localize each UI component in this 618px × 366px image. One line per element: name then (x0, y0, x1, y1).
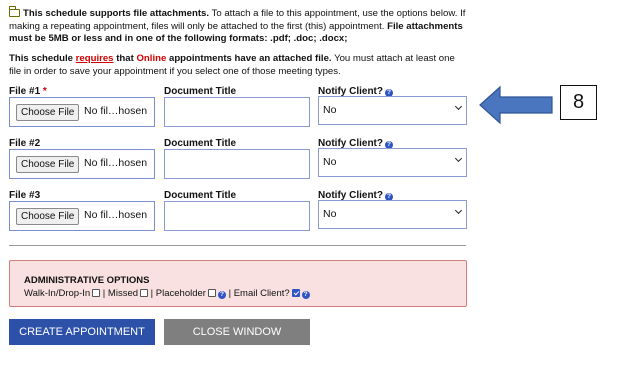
help-icon[interactable]: ? (301, 291, 310, 299)
requirement-info: This schedule requires that Online appoi… (9, 53, 455, 77)
folder-icon (8, 6, 20, 17)
file-1-input[interactable]: Choose File No fil…hosen (9, 97, 155, 127)
walk-in-checkbox[interactable] (92, 289, 101, 297)
admin-options-row: Walk-In/Drop-In | Missed | Placeholder? … (24, 288, 310, 299)
help-icon[interactable]: ? (217, 291, 226, 299)
document-title-input-3[interactable] (164, 201, 310, 231)
create-appointment-button[interactable]: CREATE APPOINTMENT (9, 319, 155, 345)
divider (9, 245, 466, 246)
file-2-input[interactable]: Choose File No fil…hosen (9, 149, 155, 179)
chevron-down-icon (454, 154, 463, 163)
document-title-label: Document Title (164, 86, 237, 97)
document-title-input-2[interactable] (164, 149, 310, 179)
admin-options-panel: ADMINISTRATIVE OPTIONS Walk-In/Drop-In |… (9, 260, 467, 307)
file-status: No fil…hosen (84, 105, 148, 117)
choose-file-button[interactable]: Choose File (16, 156, 80, 173)
file-3-input[interactable]: Choose File No fil…hosen (9, 201, 155, 231)
attachments-info: This schedule supports file attachments.… (8, 6, 466, 45)
notify-client-select-3[interactable]: No (318, 200, 467, 229)
document-title-input-1[interactable] (164, 97, 310, 127)
placeholder-checkbox[interactable] (207, 289, 216, 297)
choose-file-button[interactable]: Choose File (16, 104, 80, 121)
missed-checkbox[interactable] (140, 289, 149, 297)
file-status: No fil…hosen (84, 157, 148, 169)
requires-link[interactable]: requires (76, 53, 114, 64)
document-title-label: Document Title (164, 138, 237, 149)
close-window-button[interactable]: CLOSE WINDOW (164, 319, 310, 345)
file-3-label: File #3 (9, 190, 41, 201)
email-client-checkbox[interactable] (291, 289, 300, 297)
left-arrow-icon (479, 85, 553, 125)
file-1-label: File #1 * (9, 86, 47, 97)
chevron-down-icon (454, 102, 463, 111)
chevron-down-icon (454, 206, 463, 215)
notify-client-select-1[interactable]: No (318, 96, 467, 125)
file-status: No fil…hosen (84, 209, 148, 221)
file-2-label: File #2 (9, 138, 41, 149)
choose-file-button[interactable]: Choose File (16, 208, 80, 225)
step-number-box: 8 (560, 85, 597, 120)
admin-options-title: ADMINISTRATIVE OPTIONS (24, 275, 150, 286)
notify-client-select-2[interactable]: No (318, 148, 467, 177)
document-title-label: Document Title (164, 190, 237, 201)
